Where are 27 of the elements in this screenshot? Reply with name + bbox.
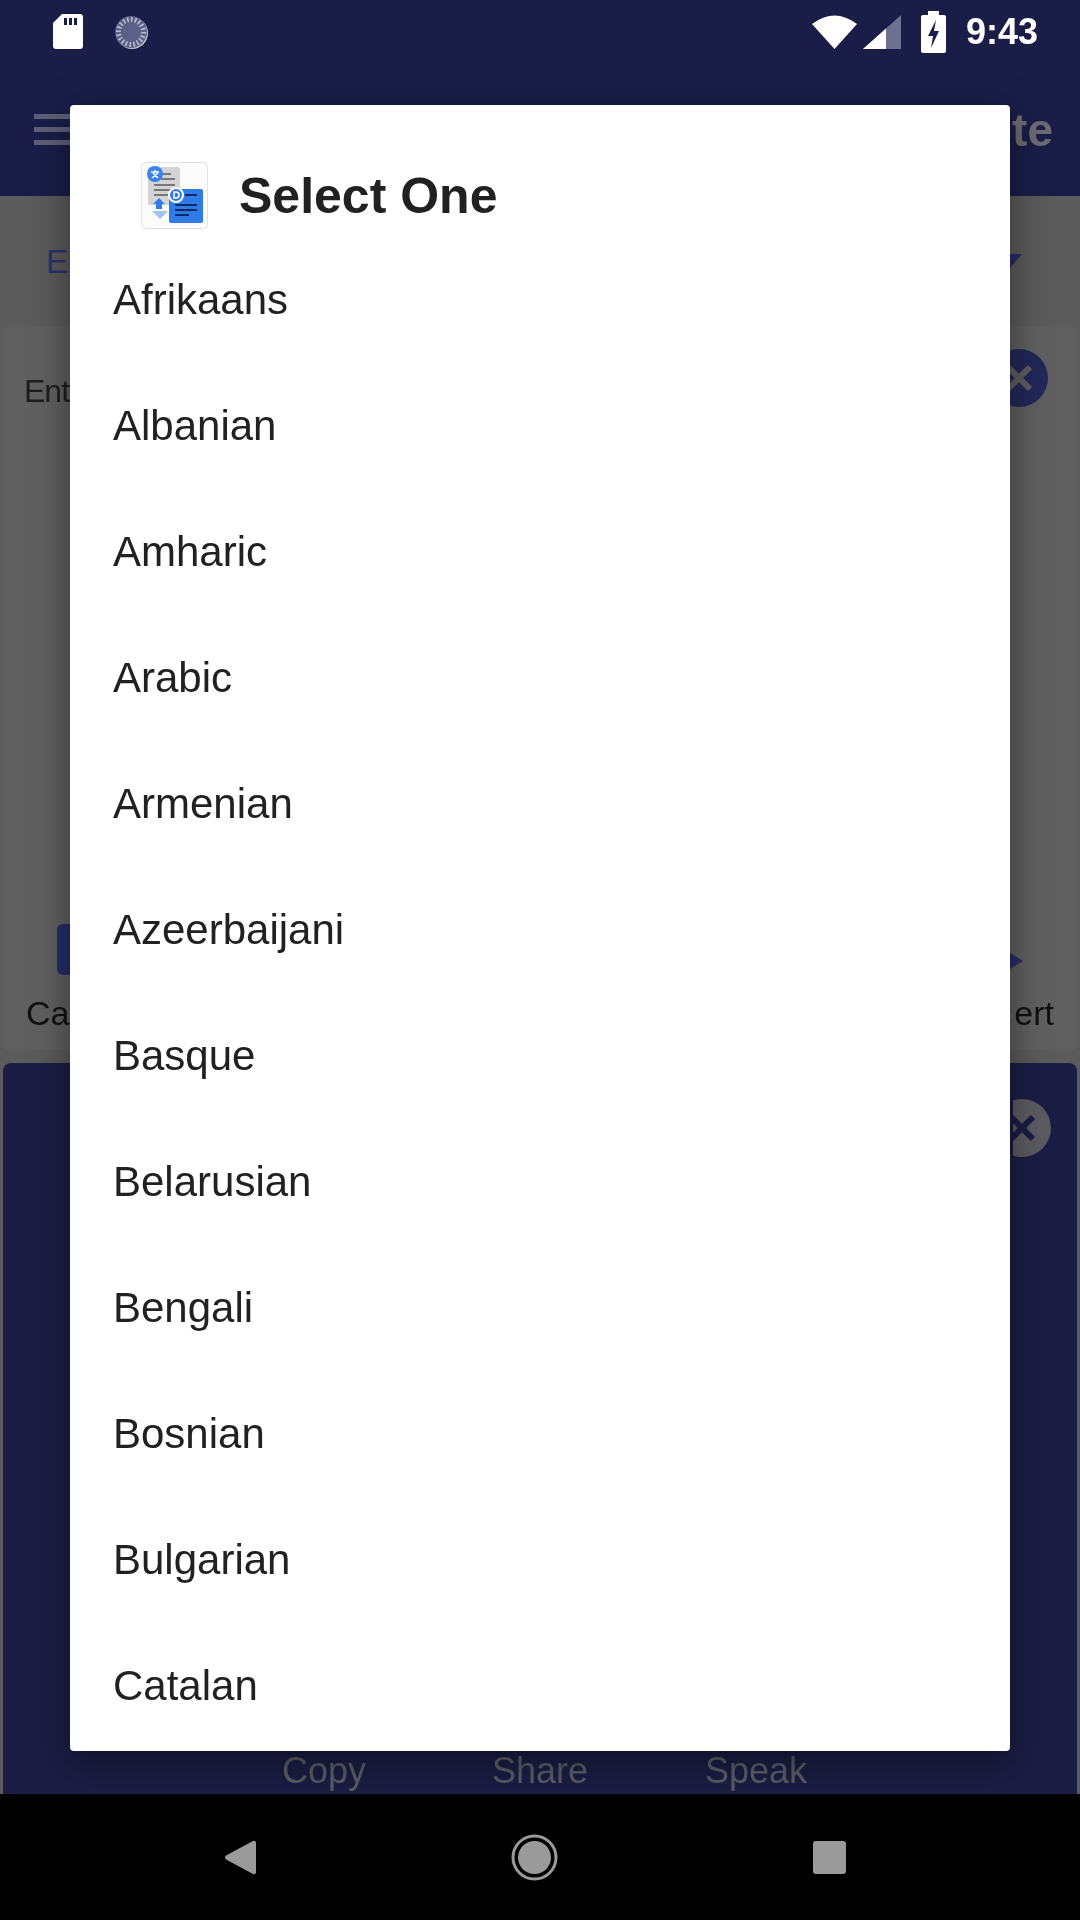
arrow-icon[interactable] [1010,953,1023,969]
recents-icon[interactable] [813,1840,846,1874]
language-option[interactable]: Belarusian [70,1119,1010,1245]
back-icon[interactable] [224,1839,256,1875]
language-option[interactable]: Bengali [70,1245,1010,1371]
language-option[interactable]: Basque [70,993,1010,1119]
app-title: te [1012,103,1053,156]
language-option[interactable]: Amharic [70,489,1010,615]
language-option[interactable]: Albanian [70,363,1010,489]
dialog-title: Select One [239,166,498,226]
battery-charging-icon [920,10,946,53]
language-option[interactable]: Catalan [70,1623,1010,1749]
language-option[interactable]: Bosnian [70,1371,1010,1497]
wifi-icon [811,14,857,49]
language-option[interactable]: Bulgarian [70,1497,1010,1623]
menu-icon[interactable] [34,113,70,146]
app-icon [141,162,208,229]
tile-icon[interactable] [57,924,70,975]
signal-icon [862,14,901,49]
clock: 9:43 [965,11,1038,52]
language-option[interactable]: Armenian [70,741,1010,867]
language-option[interactable]: Afrikaans [70,237,1010,363]
spinner-icon [113,13,149,50]
home-icon[interactable] [511,1833,558,1881]
language-option[interactable]: Arabic [70,615,1010,741]
sd-card-icon [53,14,83,49]
language-option[interactable]: Azeerbaijani [70,867,1010,993]
